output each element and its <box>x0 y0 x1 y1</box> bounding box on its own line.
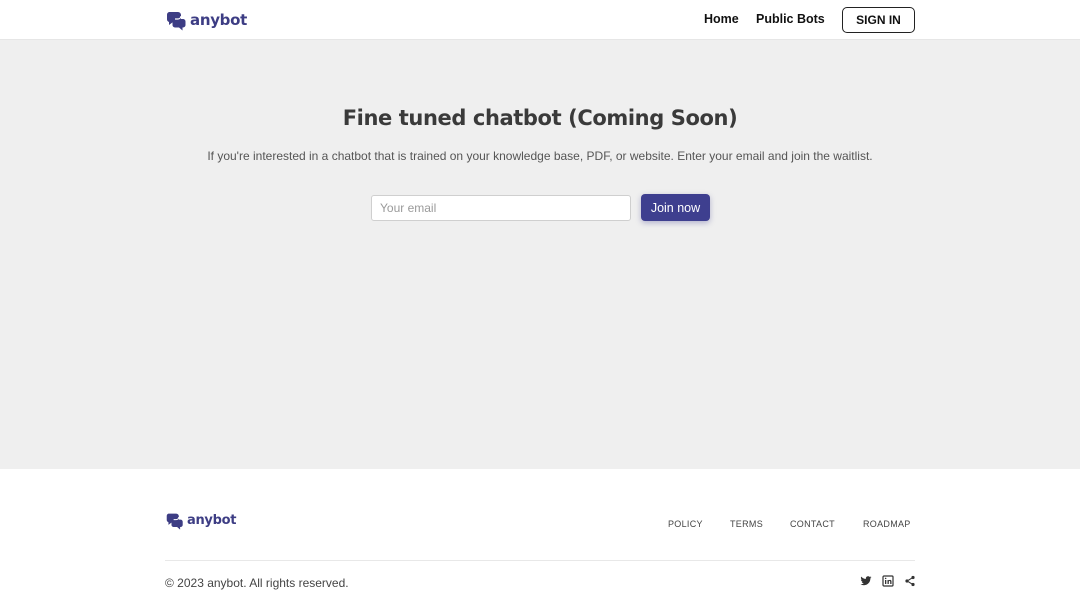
email-input[interactable] <box>371 195 631 221</box>
footer-logo-text: anybot <box>187 513 237 528</box>
footer-logo[interactable]: anybot <box>165 511 236 530</box>
logo-text: anybot <box>190 11 247 29</box>
chat-bubble-logo-icon <box>166 513 183 530</box>
main-content: Fine tuned chatbot (Coming Soon) If you'… <box>0 40 1080 469</box>
footer-policy-link[interactable]: POLICY <box>668 519 703 529</box>
footer-roadmap-link[interactable]: ROADMAP <box>863 519 911 529</box>
copyright-text: © 2023 anybot. All rights reserved. <box>165 576 349 590</box>
footer-contact-link[interactable]: CONTACT <box>790 519 835 529</box>
twitter-icon[interactable] <box>860 575 872 587</box>
nav-home-link[interactable]: Home <box>704 12 739 26</box>
page-title: Fine tuned chatbot (Coming Soon) <box>342 106 738 130</box>
linkedin-icon[interactable] <box>882 575 894 587</box>
footer-terms-link[interactable]: TERMS <box>730 519 763 529</box>
page-subtitle: If you're interested in a chatbot that i… <box>207 149 873 163</box>
nav-public-bots-link[interactable]: Public Bots <box>756 12 825 26</box>
site-header: anybot Home Public Bots SIGN IN <box>0 0 1080 40</box>
join-now-button[interactable]: Join now <box>641 194 710 221</box>
chat-bubble-logo-icon <box>166 12 186 31</box>
sign-in-button[interactable]: SIGN IN <box>842 7 915 33</box>
header-logo[interactable]: anybot <box>165 9 247 31</box>
footer-divider <box>165 560 915 561</box>
site-footer: anybot POLICY TERMS CONTACT ROADMAP © 20… <box>0 469 1080 608</box>
share-icon[interactable] <box>904 575 916 587</box>
